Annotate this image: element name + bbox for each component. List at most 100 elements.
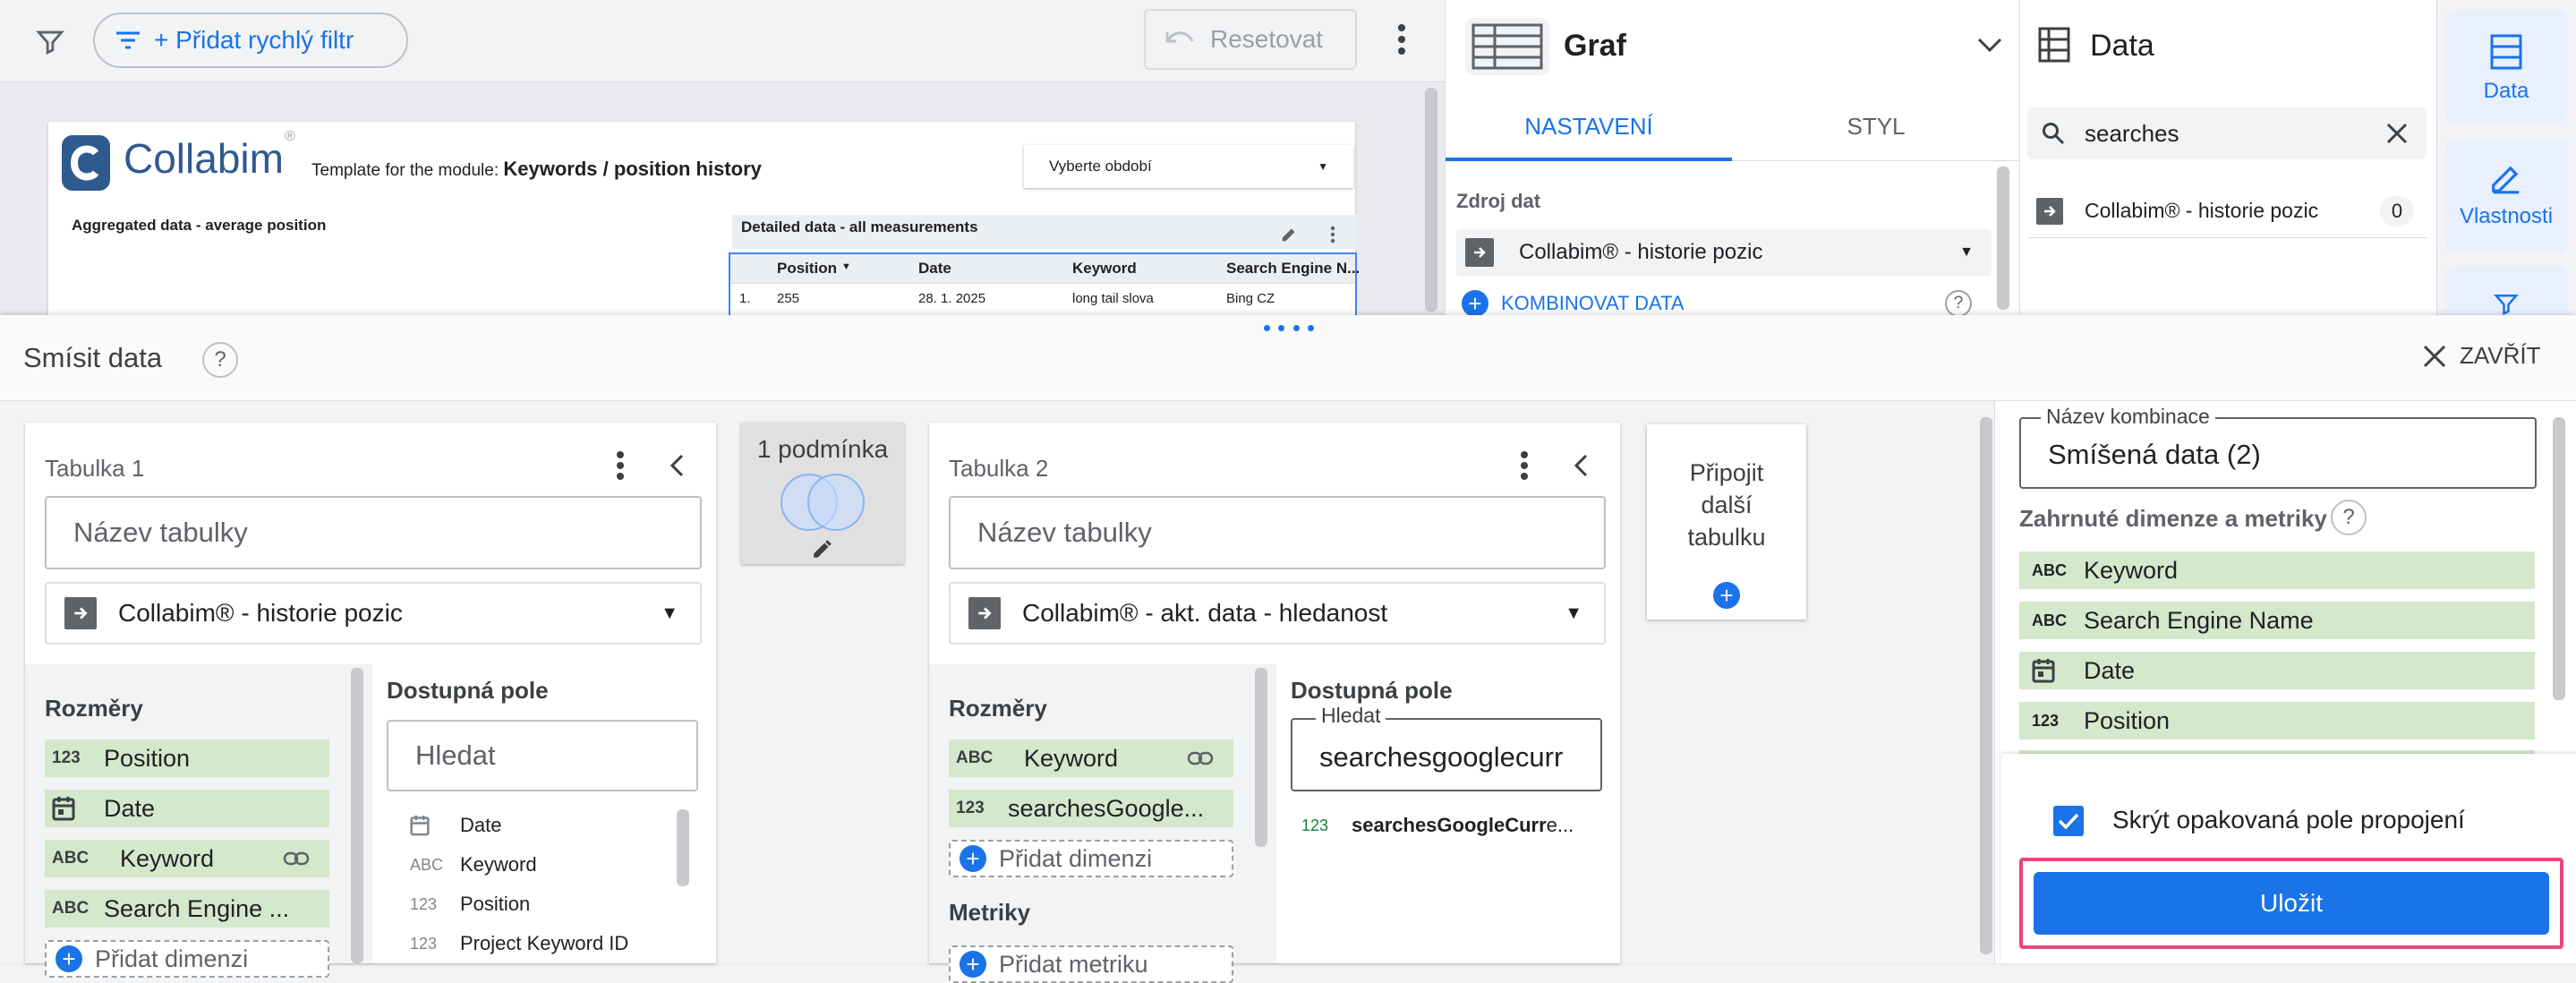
included-field-chip[interactable]: ABC Keyword xyxy=(2019,551,2535,589)
more-vert-icon[interactable] xyxy=(607,448,634,483)
reset-button[interactable]: Resetovat xyxy=(1144,9,1357,70)
blend-data-link[interactable]: + KOMBINOVAT DATA xyxy=(1462,290,1685,317)
row-index: 1. xyxy=(739,291,751,306)
add-circle-icon: + xyxy=(55,945,82,972)
dimension-name: Keyword xyxy=(1024,744,1119,772)
available-field[interactable]: Date xyxy=(387,811,664,840)
add-table-button[interactable]: Připojit další tabulku + xyxy=(1647,424,1806,620)
dimension-chip[interactable]: 123 searchesGoogle... xyxy=(949,790,1233,827)
resize-handle[interactable] xyxy=(1264,322,1314,333)
chevron-down-icon[interactable] xyxy=(1972,27,2008,63)
dimension-name: Position xyxy=(104,744,191,772)
table-1-source-select[interactable]: Collabim® - historie pozic ▼ xyxy=(45,582,702,645)
checkbox-checked-icon[interactable] xyxy=(2053,806,2084,836)
add-metric-label: Přidat metriku xyxy=(999,950,1148,978)
field-search-value: searches xyxy=(2085,119,2179,147)
datasource-icon xyxy=(1465,238,1494,267)
cell-keyword: long tail slova xyxy=(1072,291,1154,306)
available-field[interactable]: ABC Keyword xyxy=(387,851,664,879)
dropdown-arrow-icon: ▼ xyxy=(1318,160,1328,173)
blend-title: Smísit data xyxy=(23,342,163,373)
data-table-icon xyxy=(2036,25,2072,64)
table-2-search-label: Hledat xyxy=(1316,704,1386,728)
config-scrollbar[interactable] xyxy=(1980,417,1992,954)
registered-mark: ® xyxy=(285,129,295,144)
dimension-chip[interactable]: ABC Keyword xyxy=(949,739,1233,777)
blend-name-value: Smíšená data (2) xyxy=(2048,439,2261,470)
tab-settings[interactable]: NASTAVENÍ xyxy=(1446,93,1732,161)
sort-arrow-icon: ▼ xyxy=(841,261,851,272)
available-field[interactable]: 123 Project Keyword ID xyxy=(387,929,664,958)
close-button[interactable]: ZAVŘÍT xyxy=(2422,342,2541,370)
chart-tabs: NASTAVENÍ STYL xyxy=(1446,93,2020,161)
edit-icon[interactable] xyxy=(1280,224,1300,244)
canvas-scrollbar[interactable] xyxy=(1425,88,1437,312)
blend-name-input[interactable]: Název kombinace Smíšená data (2) xyxy=(2019,405,2537,489)
rail-filter-button[interactable] xyxy=(2445,267,2567,316)
table-1-search-input[interactable]: Hledat xyxy=(387,720,698,791)
edit-icon xyxy=(741,537,904,560)
included-field-chip[interactable]: Date xyxy=(2019,652,2535,689)
data-source-result[interactable]: Collabim® - historie pozic 0 xyxy=(2027,184,2427,238)
template-heading: Template for the module: Keywords / posi… xyxy=(311,158,762,181)
dimension-chip[interactable]: ABC Search Engine ... xyxy=(45,890,329,927)
table-1-title: Tabulka 1 xyxy=(45,455,145,482)
add-metric-button[interactable]: + Přidat metriku xyxy=(949,945,1233,983)
col-header-date[interactable]: Date xyxy=(918,260,951,278)
chevron-left-icon[interactable] xyxy=(1565,449,1597,482)
table-2-name-input[interactable]: Název tabulky xyxy=(949,496,1606,569)
rail-data-button[interactable]: Data xyxy=(2445,11,2567,124)
table-2-dims-label: Rozměry xyxy=(949,695,1047,722)
add-table-label: Připojit další tabulku xyxy=(1687,459,1766,551)
venn-diagram-icon xyxy=(741,471,904,534)
chevron-left-icon[interactable] xyxy=(661,449,693,482)
included-field-name: Date xyxy=(2084,656,2136,684)
save-button[interactable]: Uložit xyxy=(2034,872,2549,935)
close-icon[interactable] xyxy=(2385,122,2409,145)
rail-properties-button[interactable]: Vlastnosti xyxy=(2445,140,2567,252)
panel-scrollbar[interactable] xyxy=(1997,167,2009,310)
data-panel-title: Data xyxy=(2090,29,2154,63)
calendar-icon xyxy=(52,796,90,821)
more-vert-icon[interactable] xyxy=(1330,226,1335,244)
result-count-badge: 0 xyxy=(2380,195,2414,227)
add-quick-filter-button[interactable]: + Přidat rychlý filtr xyxy=(93,13,408,68)
more-vert-icon[interactable] xyxy=(1386,18,1418,61)
available-field[interactable]: 123 searchesGoogleCurr e... xyxy=(1291,811,1595,840)
included-field-chip[interactable]: ABC Search Engine Name xyxy=(2019,602,2535,639)
help-icon[interactable]: ? xyxy=(202,342,238,378)
detailed-header: Detailed data - all measurements xyxy=(732,215,1357,249)
dims-scrollbar[interactable] xyxy=(1255,668,1267,847)
filter-icon[interactable] xyxy=(30,21,70,61)
included-field-chip[interactable]: 123 Position xyxy=(2019,702,2535,739)
available-field[interactable]: 123 Position xyxy=(387,890,664,919)
dimension-chip[interactable]: ABC Keyword xyxy=(45,840,329,877)
data-source-select[interactable]: Collabim® - historie pozic ▼ xyxy=(1456,229,1992,276)
add-dimension-button[interactable]: + Přidat dimenzi xyxy=(45,940,329,978)
add-dimension-button[interactable]: + Přidat dimenzi xyxy=(949,840,1233,877)
join-condition-button[interactable]: 1 podmínka xyxy=(741,423,904,564)
dimension-chip[interactable]: 123 Position xyxy=(45,739,329,777)
help-icon[interactable]: ? xyxy=(2331,500,2367,535)
more-vert-icon[interactable] xyxy=(1511,448,1538,483)
table-2-search-value: searchesgooglecurr xyxy=(1319,741,1564,773)
table-2-source-select[interactable]: Collabim® - akt. data - hledanost ▼ xyxy=(949,582,1606,645)
period-select[interactable]: Vyberte období ▼ xyxy=(1024,145,1353,188)
text-type-icon: ABC xyxy=(2032,611,2067,629)
cell-search-engine: Bing CZ xyxy=(1226,291,1275,306)
dims-scrollbar[interactable] xyxy=(351,668,363,963)
table-1-name-input[interactable]: Název tabulky xyxy=(45,496,702,569)
available-scrollbar[interactable] xyxy=(677,809,689,886)
table-2-search-input[interactable]: Hledat searchesgooglecurr xyxy=(1291,704,1602,791)
field-search-input[interactable]: searches xyxy=(2027,107,2427,159)
dimension-chip[interactable]: Date xyxy=(45,790,329,827)
included-scrollbar[interactable] xyxy=(2553,417,2565,700)
number-type-icon: 123 xyxy=(52,748,81,767)
tab-style[interactable]: STYL xyxy=(1732,93,2020,161)
help-icon[interactable]: ? xyxy=(1945,290,1972,317)
col-header-keyword[interactable]: Keyword xyxy=(1072,260,1137,278)
available-field-match: searchesGoogleCurr xyxy=(1352,814,1547,836)
included-field-name: Position xyxy=(2084,706,2171,734)
col-header-search-engine[interactable]: Search Engine N... xyxy=(1226,260,1360,278)
col-header-position[interactable]: Position xyxy=(777,260,837,278)
